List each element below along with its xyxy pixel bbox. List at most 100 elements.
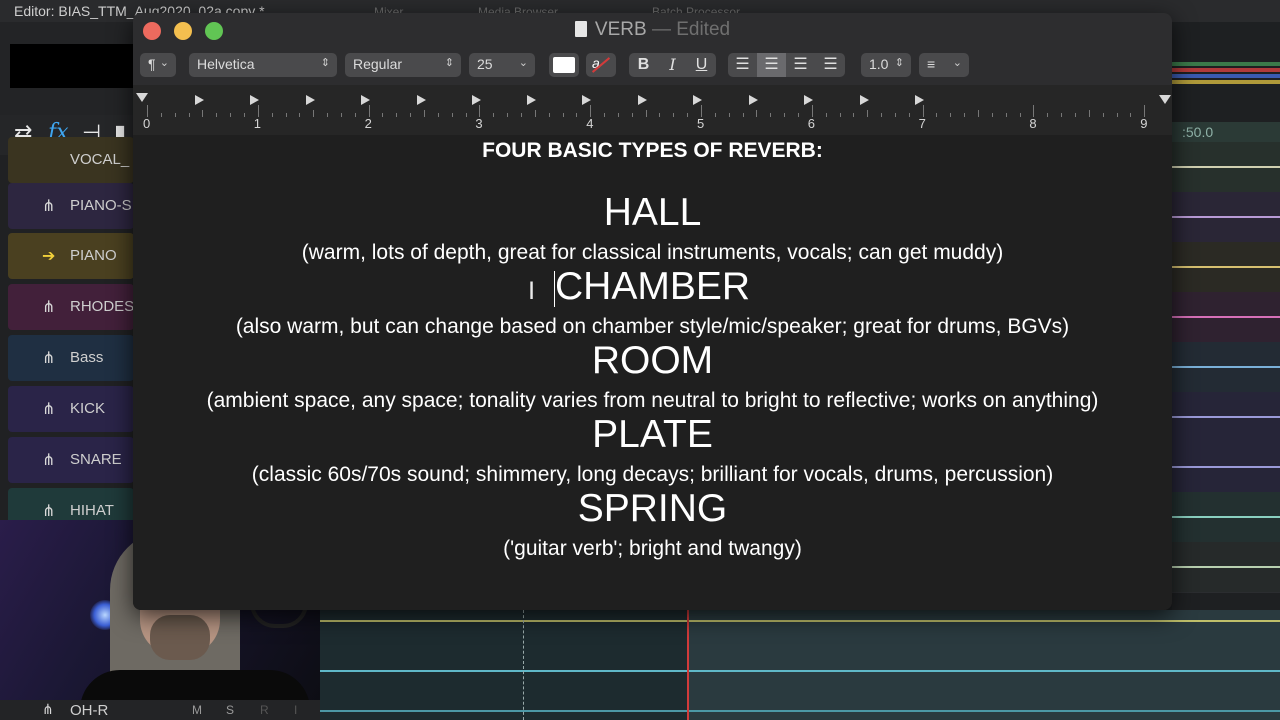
- ruler-tick: [590, 105, 592, 117]
- underline-button[interactable]: U: [687, 53, 716, 77]
- track-vocal[interactable]: VOCAL_: [8, 137, 134, 183]
- tab-stop-marker[interactable]: [638, 95, 648, 105]
- tab-stop-marker[interactable]: [693, 95, 703, 105]
- color-strip: [1172, 68, 1280, 72]
- ruler-tick: [991, 113, 993, 117]
- tab-stop-marker[interactable]: [859, 95, 869, 105]
- track-rhodes[interactable]: ⋔ RHODES: [8, 284, 134, 330]
- ruler-tick: [576, 113, 578, 117]
- bottom-arrange-area[interactable]: [320, 610, 1280, 720]
- tab-stop-marker[interactable]: [749, 95, 758, 105]
- highlight-color-well[interactable]: a: [586, 53, 616, 77]
- line-spacing-select[interactable]: 1.0 ⇕: [861, 53, 911, 77]
- ruler-tick: [784, 113, 786, 117]
- color-strip: [1172, 62, 1280, 66]
- ruler-tick: [742, 113, 744, 117]
- track-piano[interactable]: ➔ PIANO: [8, 233, 134, 279]
- bold-button[interactable]: B: [629, 53, 658, 77]
- text-ruler[interactable]: 0 1 2 3 4 5 6 7 8 9: [133, 85, 1172, 135]
- font-style-select[interactable]: Regular ⇕: [345, 53, 461, 77]
- align-left-icon[interactable]: ☰: [728, 53, 757, 77]
- track-oh-r[interactable]: ⋔ OH-R M S R I: [0, 700, 320, 720]
- timeline-ruler[interactable]: :50.0: [1172, 122, 1280, 142]
- list-icon: ≡: [927, 56, 936, 72]
- ruler-tick: [1116, 113, 1118, 117]
- arrange-lane: [1172, 292, 1280, 343]
- text-color-well[interactable]: [549, 53, 579, 77]
- ruler-tick: [327, 113, 329, 117]
- reverb-type-description: ('guitar verb'; bright and twangy): [503, 537, 802, 560]
- list-style-select[interactable]: ≡ ⌄: [919, 53, 969, 77]
- ruler-tick: [936, 113, 938, 117]
- ruler-tick: [437, 113, 439, 117]
- updown-icon: ⇕: [894, 57, 904, 69]
- ruler-tick: [978, 110, 979, 117]
- arrange-lane: [1172, 542, 1280, 593]
- alignment-segment: ☰ ☰ ☰ ☰: [728, 53, 845, 77]
- reverb-type-description: (also warm, but can change based on cham…: [235, 315, 1070, 338]
- track-name: SNARE: [70, 451, 122, 468]
- tab-stop-marker[interactable]: [914, 95, 924, 105]
- font-family-select[interactable]: Helvetica ⇕: [189, 53, 337, 77]
- input-button[interactable]: I: [294, 703, 297, 717]
- right-margin-marker[interactable]: [1159, 95, 1171, 104]
- window-title: VERB — Edited: [133, 19, 1172, 41]
- ruler-tick: [340, 113, 342, 117]
- tab-stop-marker[interactable]: [360, 95, 370, 105]
- ruler-tick: [382, 113, 384, 117]
- tab-stop-marker[interactable]: [416, 95, 426, 105]
- italic-button[interactable]: I: [658, 53, 687, 77]
- tab-stop-marker[interactable]: [471, 95, 481, 105]
- reverb-type-description: (warm, lots of depth, great for classica…: [301, 241, 1004, 264]
- ruler-tick: [867, 110, 869, 117]
- record-button[interactable]: R: [260, 703, 269, 717]
- arrange-lane: [1172, 492, 1280, 543]
- track-bass[interactable]: ⋔ Bass: [8, 335, 134, 381]
- solo-button[interactable]: S: [226, 703, 234, 717]
- track-piano-s[interactable]: ⋔ PIANO-S: [8, 183, 134, 229]
- arrow-right-icon: ➔: [42, 248, 56, 265]
- ruler-tick: [770, 113, 772, 117]
- ruler-number: 9: [1140, 116, 1148, 131]
- tab-stop-marker[interactable]: [582, 95, 592, 105]
- title-bar[interactable]: VERB — Edited: [133, 13, 1172, 47]
- ruler-tick: [493, 113, 495, 117]
- text-caret: [554, 271, 555, 307]
- document-heading: FOUR BASIC TYPES OF REVERB:: [482, 139, 823, 162]
- reverb-type-title: SPRING: [577, 487, 728, 530]
- daw-display: [10, 44, 135, 88]
- tab-stop-marker[interactable]: [305, 95, 315, 105]
- ruler-number: 3: [475, 116, 483, 131]
- align-center-icon[interactable]: ☰: [757, 53, 786, 77]
- paragraph-style-dropdown[interactable]: ¶ ⌄: [140, 53, 176, 77]
- ruler-number: 6: [807, 116, 816, 131]
- mute-button[interactable]: M: [192, 703, 202, 717]
- document-body[interactable]: FOUR BASIC TYPES OF REVERB: HALL (warm, …: [133, 135, 1172, 610]
- ruler-tick: [964, 113, 966, 117]
- reverb-type-description: (classic 60s/70s sound; shimmery, long d…: [251, 463, 1054, 486]
- tab-stop-marker[interactable]: [527, 95, 537, 105]
- ruler-tick: [451, 113, 453, 117]
- align-justify-icon[interactable]: ☰: [816, 53, 845, 77]
- align-right-icon[interactable]: ☰: [786, 53, 815, 77]
- edited-status: — Edited: [651, 19, 731, 40]
- left-margin-marker[interactable]: [136, 93, 148, 102]
- playhead[interactable]: [687, 610, 689, 720]
- track-snare[interactable]: ⋔ SNARE: [8, 437, 134, 483]
- textedit-window: VERB — Edited ¶ ⌄ Helvetica ⇕ Regular ⇕ 25 ⌄…: [133, 13, 1172, 610]
- ruler-tick: [631, 113, 633, 117]
- ruler-tick: [1019, 113, 1021, 117]
- ruler-tick: [881, 113, 883, 117]
- paragraph-icon: ¶: [148, 56, 156, 72]
- font-size-combo[interactable]: 25 ⌄: [469, 53, 535, 77]
- ruler-tick: [701, 105, 702, 117]
- track-name: OH-R: [70, 702, 109, 719]
- ruler-tick: [147, 105, 148, 117]
- tab-stop-marker[interactable]: [250, 95, 259, 105]
- tab-stop-marker[interactable]: [804, 95, 813, 105]
- track-kick[interactable]: ⋔ KICK: [8, 386, 134, 432]
- ruler-tick: [396, 113, 398, 117]
- tab-stop-marker[interactable]: [195, 95, 204, 105]
- reverb-type-description: (ambient space, any space; tonality vari…: [206, 389, 1099, 412]
- ruler-tick: [1144, 105, 1146, 117]
